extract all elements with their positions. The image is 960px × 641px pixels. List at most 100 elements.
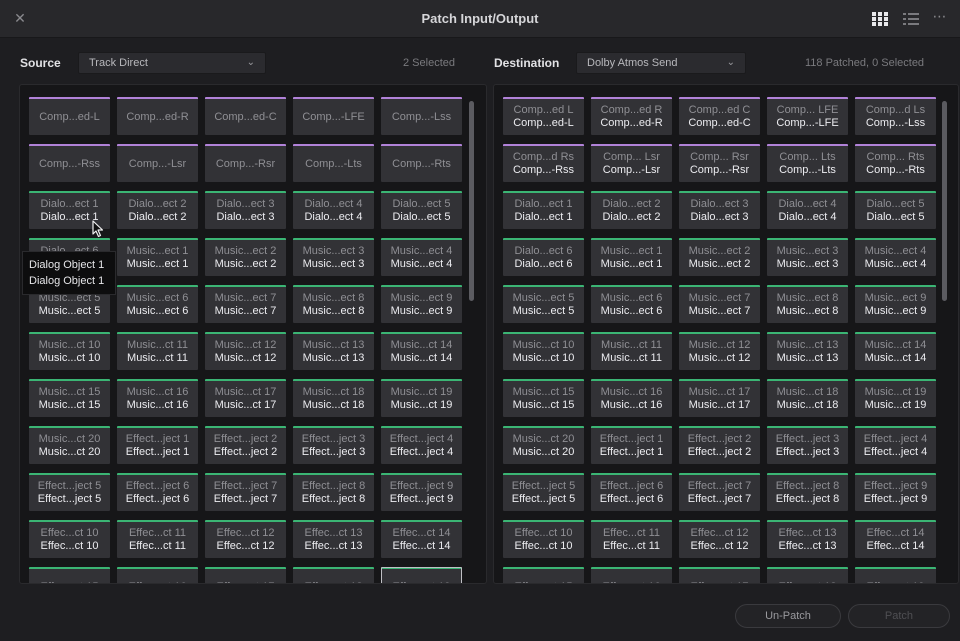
destination-channel-cell[interactable]: Effec...ct 16 xyxy=(591,567,672,583)
destination-scrollbar[interactable] xyxy=(942,101,947,301)
source-channel-cell[interactable]: Music...ect 1 Music...ect 1 xyxy=(117,238,198,276)
source-dropdown[interactable]: Track Direct ⌄ xyxy=(78,52,266,74)
destination-channel-cell[interactable]: Effect...ject 5 Effect...ject 5 xyxy=(503,473,584,511)
source-channel-cell[interactable]: Music...ct 15 Music...ct 15 xyxy=(29,379,110,417)
destination-channel-cell[interactable]: Effec...ct 11 Effec...ct 11 xyxy=(591,520,672,558)
source-channel-cell[interactable]: Comp...-Lsr xyxy=(117,144,198,182)
destination-channel-cell[interactable]: Effec...ct 13 Effec...ct 13 xyxy=(767,520,848,558)
destination-channel-cell[interactable]: Comp...ed L Comp...ed-L xyxy=(503,97,584,135)
source-channel-cell[interactable]: Comp...-LFE xyxy=(293,97,374,135)
source-channel-cell[interactable]: Dialo...ect 5 Dialo...ect 5 xyxy=(381,191,462,229)
destination-channel-cell[interactable]: Music...ct 15 Music...ct 15 xyxy=(503,379,584,417)
destination-channel-cell[interactable]: Comp... Rts Comp...-Rts xyxy=(855,144,936,182)
destination-channel-cell[interactable]: Dialo...ect 5 Dialo...ect 5 xyxy=(855,191,936,229)
source-channel-cell[interactable]: Effect...ject 2 Effect...ject 2 xyxy=(205,426,286,464)
source-channel-cell[interactable]: Effec...ct 15 xyxy=(29,567,110,583)
destination-channel-cell[interactable]: Music...ct 19 Music...ct 19 xyxy=(855,379,936,417)
source-channel-cell[interactable]: Effect...ject 6 Effect...ject 6 xyxy=(117,473,198,511)
unpatch-button[interactable]: Un-Patch xyxy=(735,604,841,628)
destination-channel-cell[interactable]: Effect...ject 7 Effect...ject 7 xyxy=(679,473,760,511)
source-channel-cell[interactable]: Comp...-Lss xyxy=(381,97,462,135)
source-channel-cell[interactable]: Effec...ct 10 Effec...ct 10 xyxy=(29,520,110,558)
destination-channel-cell[interactable]: Effec...ct 12 Effec...ct 12 xyxy=(679,520,760,558)
source-channel-cell[interactable]: Effect...ject 7 Effect...ject 7 xyxy=(205,473,286,511)
source-channel-cell[interactable]: Effect...ject 1 Effect...ject 1 xyxy=(117,426,198,464)
source-channel-cell[interactable]: Music...ect 9 Music...ect 9 xyxy=(381,285,462,323)
destination-dropdown[interactable]: Dolby Atmos Send ⌄ xyxy=(576,52,746,74)
source-channel-cell[interactable]: Music...ct 13 Music...ct 13 xyxy=(293,332,374,370)
source-channel-cell[interactable]: Music...ect 8 Music...ect 8 xyxy=(293,285,374,323)
destination-channel-cell[interactable]: Comp... Lsr Comp...-Lsr xyxy=(591,144,672,182)
destination-channel-cell[interactable]: Music...ct 14 Music...ct 14 xyxy=(855,332,936,370)
destination-channel-cell[interactable]: Effec...ct 15 xyxy=(503,567,584,583)
destination-channel-cell[interactable]: Music...ct 13 Music...ct 13 xyxy=(767,332,848,370)
destination-channel-cell[interactable]: Effect...ject 3 Effect...ject 3 xyxy=(767,426,848,464)
destination-channel-cell[interactable]: Effect...ject 8 Effect...ject 8 xyxy=(767,473,848,511)
source-channel-cell[interactable]: Music...ct 14 Music...ct 14 xyxy=(381,332,462,370)
destination-channel-cell[interactable]: Effect...ject 2 Effect...ject 2 xyxy=(679,426,760,464)
destination-channel-cell[interactable]: Music...ct 20 Music...ct 20 xyxy=(503,426,584,464)
source-channel-cell[interactable]: Effec...ct 13 Effec...ct 13 xyxy=(293,520,374,558)
destination-channel-cell[interactable]: Effect...ject 4 Effect...ject 4 xyxy=(855,426,936,464)
destination-channel-cell[interactable]: Music...ect 1 Music...ect 1 xyxy=(591,238,672,276)
list-view-icon[interactable] xyxy=(903,12,919,26)
source-channel-cell[interactable]: Comp...ed-L xyxy=(29,97,110,135)
source-channel-cell[interactable]: Music...ect 3 Music...ect 3 xyxy=(293,238,374,276)
source-channel-cell[interactable]: Dialo...ect 4 Dialo...ect 4 xyxy=(293,191,374,229)
source-channel-cell[interactable]: Music...ct 11 Music...ct 11 xyxy=(117,332,198,370)
source-channel-cell[interactable]: Effec...ct 12 Effec...ct 12 xyxy=(205,520,286,558)
destination-channel-cell[interactable]: Dialo...ect 6 Dialo...ect 6 xyxy=(503,238,584,276)
destination-channel-cell[interactable]: Music...ct 12 Music...ct 12 xyxy=(679,332,760,370)
destination-channel-cell[interactable]: Comp... Lts Comp...-Lts xyxy=(767,144,848,182)
destination-channel-cell[interactable]: Music...ect 7 Music...ect 7 xyxy=(679,285,760,323)
source-channel-cell[interactable]: Effect...ject 4 Effect...ject 4 xyxy=(381,426,462,464)
source-channel-cell[interactable]: Effect...ject 3 Effect...ject 3 xyxy=(293,426,374,464)
source-channel-cell[interactable]: Comp...-Lts xyxy=(293,144,374,182)
source-channel-cell[interactable]: Music...ct 18 Music...ct 18 xyxy=(293,379,374,417)
source-channel-cell[interactable]: Effec...ct 18 xyxy=(293,567,374,583)
grid-view-icon[interactable] xyxy=(872,12,888,26)
source-scrollbar[interactable] xyxy=(469,101,474,301)
source-channel-cell[interactable]: Dialo...ect 2 Dialo...ect 2 xyxy=(117,191,198,229)
source-channel-cell[interactable]: Comp...ed-R xyxy=(117,97,198,135)
source-channel-cell[interactable]: Music...ect 7 Music...ect 7 xyxy=(205,285,286,323)
source-channel-cell[interactable]: Music...ct 12 Music...ct 12 xyxy=(205,332,286,370)
more-options-icon[interactable]: ⋯ xyxy=(928,8,952,28)
destination-channel-cell[interactable]: Comp...d Ls Comp...-Lss xyxy=(855,97,936,135)
source-channel-cell[interactable]: Effec...ct 17 xyxy=(205,567,286,583)
destination-channel-cell[interactable]: Effect...ject 9 Effect...ject 9 xyxy=(855,473,936,511)
destination-channel-cell[interactable]: Music...ect 8 Music...ect 8 xyxy=(767,285,848,323)
source-channel-cell[interactable]: Effec...ct 19 xyxy=(381,567,462,583)
destination-channel-cell[interactable]: Music...ct 10 Music...ct 10 xyxy=(503,332,584,370)
destination-channel-cell[interactable]: Music...ct 17 Music...ct 17 xyxy=(679,379,760,417)
destination-channel-cell[interactable]: Effec...ct 14 Effec...ct 14 xyxy=(855,520,936,558)
destination-channel-cell[interactable]: Music...ect 3 Music...ect 3 xyxy=(767,238,848,276)
source-channel-cell[interactable]: Comp...ed-C xyxy=(205,97,286,135)
source-channel-cell[interactable]: Effect...ject 8 Effect...ject 8 xyxy=(293,473,374,511)
source-channel-cell[interactable]: Music...ect 2 Music...ect 2 xyxy=(205,238,286,276)
destination-channel-cell[interactable]: Effect...ject 6 Effect...ject 6 xyxy=(591,473,672,511)
destination-channel-cell[interactable]: Effect...ject 1 Effect...ject 1 xyxy=(591,426,672,464)
destination-channel-cell[interactable]: Music...ct 18 Music...ct 18 xyxy=(767,379,848,417)
destination-channel-cell[interactable]: Comp...d Rs Comp...-Rss xyxy=(503,144,584,182)
source-channel-cell[interactable]: Music...ct 16 Music...ct 16 xyxy=(117,379,198,417)
source-channel-cell[interactable]: Effec...ct 16 xyxy=(117,567,198,583)
destination-channel-cell[interactable]: Effec...ct 10 Effec...ct 10 xyxy=(503,520,584,558)
source-channel-cell[interactable]: Effec...ct 11 Effec...ct 11 xyxy=(117,520,198,558)
destination-channel-cell[interactable]: Comp... Rsr Comp...-Rsr xyxy=(679,144,760,182)
source-channel-cell[interactable]: Music...ect 6 Music...ect 6 xyxy=(117,285,198,323)
destination-channel-cell[interactable]: Effec...ct 17 xyxy=(679,567,760,583)
source-channel-cell[interactable]: Effect...ject 5 Effect...ject 5 xyxy=(29,473,110,511)
destination-channel-cell[interactable]: Comp...ed C Comp...ed-C xyxy=(679,97,760,135)
source-channel-cell[interactable]: Music...ct 20 Music...ct 20 xyxy=(29,426,110,464)
destination-channel-cell[interactable]: Dialo...ect 3 Dialo...ect 3 xyxy=(679,191,760,229)
source-channel-cell[interactable]: Comp...-Rsr xyxy=(205,144,286,182)
destination-channel-cell[interactable]: Music...ect 6 Music...ect 6 xyxy=(591,285,672,323)
destination-channel-cell[interactable]: Music...ect 9 Music...ect 9 xyxy=(855,285,936,323)
destination-channel-cell[interactable]: Music...ct 11 Music...ct 11 xyxy=(591,332,672,370)
destination-channel-cell[interactable]: Dialo...ect 4 Dialo...ect 4 xyxy=(767,191,848,229)
destination-channel-cell[interactable]: Effec...ct 18 xyxy=(767,567,848,583)
destination-channel-cell[interactable]: Music...ct 16 Music...ct 16 xyxy=(591,379,672,417)
source-channel-cell[interactable]: Music...ect 4 Music...ect 4 xyxy=(381,238,462,276)
destination-channel-cell[interactable]: Comp... LFE Comp...-LFE xyxy=(767,97,848,135)
